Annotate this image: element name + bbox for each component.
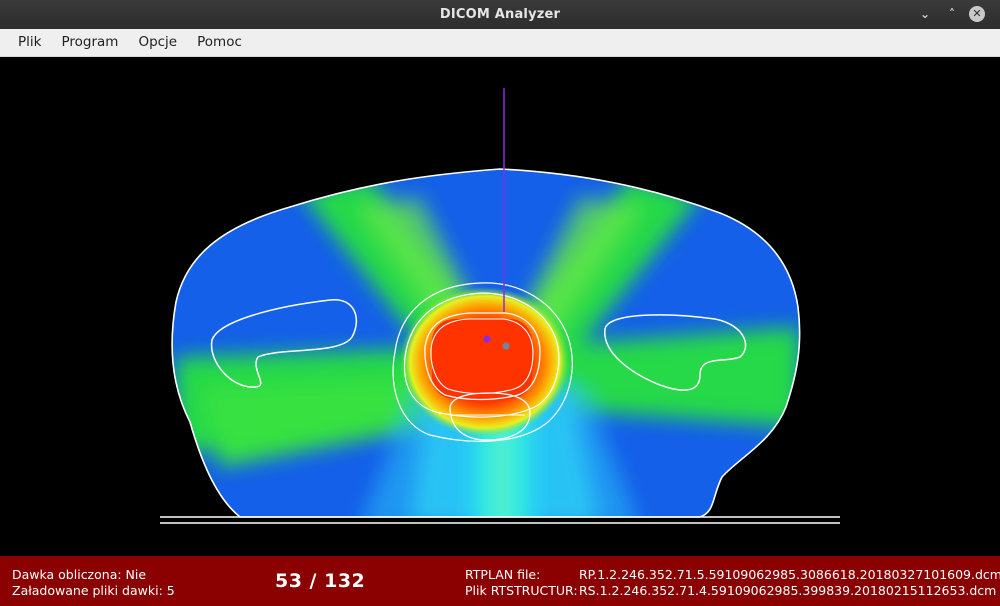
rtstruct-filename: RS.1.2.246.352.71.4.59109062985.399839.2… bbox=[579, 583, 997, 598]
rtplan-filename: RP.1.2.246.352.71.5.59109062985.3086618.… bbox=[579, 567, 1000, 582]
window-title: DICOM Analyzer bbox=[439, 7, 561, 22]
menu-plik[interactable]: Plik bbox=[8, 29, 51, 56]
maximize-icon[interactable]: ˄ bbox=[945, 7, 959, 21]
minimize-icon[interactable]: ⌄ bbox=[918, 7, 932, 21]
dose-view-canvas[interactable] bbox=[0, 57, 1000, 556]
menu-opcje[interactable]: Opcje bbox=[128, 29, 187, 56]
loaded-dose-files-label: Załadowane pliki dawki: 5 bbox=[12, 583, 175, 598]
slice-counter: 53 / 132 bbox=[275, 570, 366, 592]
status-bar: Dawka obliczona: Nie Załadowane pliki da… bbox=[0, 556, 1000, 606]
dose-calculated-label: Dawka obliczona: Nie bbox=[12, 567, 147, 582]
menu-bar: Plik Program Opcje Pomoc bbox=[0, 29, 1000, 57]
rtstruct-label: Plik RTSTRUCTUR: bbox=[465, 583, 578, 598]
reference-point-marker[interactable] bbox=[502, 342, 510, 350]
rtplan-label: RTPLAN file: bbox=[465, 567, 541, 582]
menu-program[interactable]: Program bbox=[51, 29, 128, 56]
dose-distribution-image bbox=[160, 88, 840, 524]
title-bar: DICOM Analyzer ⌄ ˄ ✕ bbox=[0, 0, 1000, 29]
dose-map bbox=[172, 169, 800, 517]
menu-pomoc[interactable]: Pomoc bbox=[187, 29, 252, 56]
isocenter-marker[interactable] bbox=[483, 335, 491, 343]
close-icon[interactable]: ✕ bbox=[969, 6, 985, 22]
